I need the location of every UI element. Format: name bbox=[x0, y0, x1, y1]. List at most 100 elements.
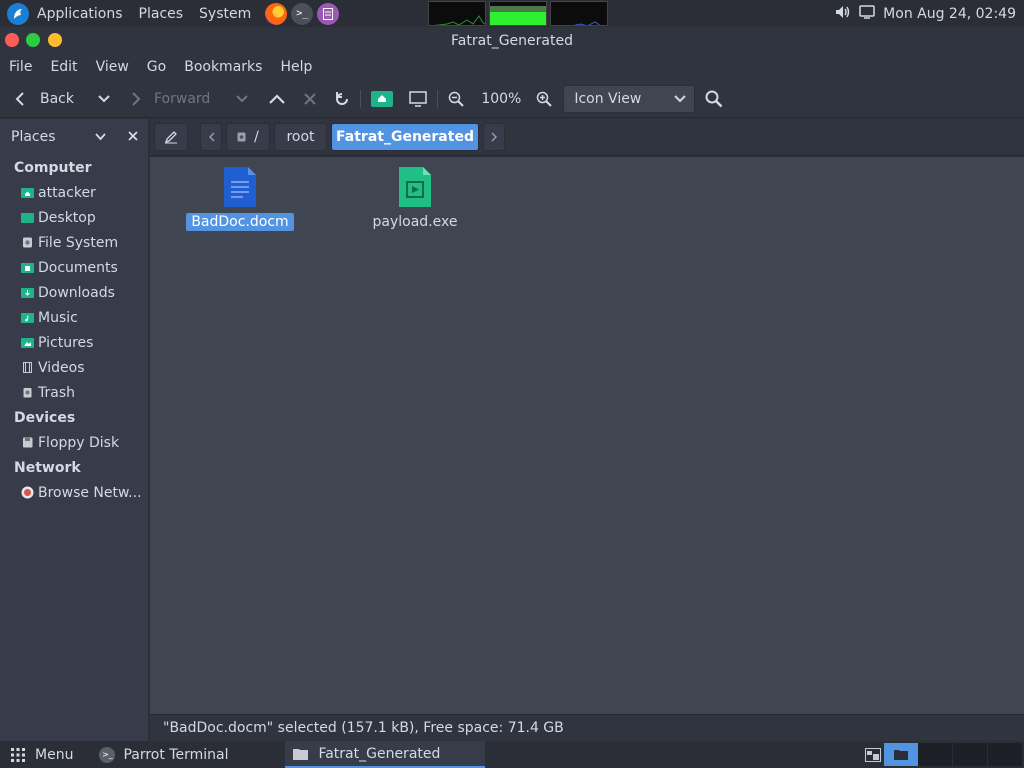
zoom-in-button[interactable] bbox=[536, 84, 553, 114]
firefox-icon[interactable] bbox=[265, 2, 288, 25]
system-monitor[interactable] bbox=[428, 1, 608, 26]
up-button[interactable] bbox=[268, 84, 286, 114]
view-mode-label: Icon View bbox=[574, 90, 642, 107]
view-mode-select[interactable]: Icon View bbox=[563, 84, 696, 113]
path-segment-current[interactable]: Fatrat_Generated bbox=[331, 123, 479, 151]
workspace-1[interactable] bbox=[861, 743, 884, 766]
home-button[interactable] bbox=[371, 84, 394, 114]
menu-edit[interactable]: Edit bbox=[45, 59, 82, 75]
terminal-icon: >_ bbox=[99, 746, 116, 763]
applications-menu[interactable]: Applications bbox=[29, 0, 131, 27]
back-button[interactable]: Back bbox=[14, 84, 74, 114]
sidebar-item-floppy-disk[interactable]: Floppy Disk bbox=[0, 430, 148, 455]
folder-icon bbox=[894, 750, 908, 760]
menu-view[interactable]: View bbox=[91, 59, 134, 75]
search-button[interactable] bbox=[705, 84, 723, 114]
workspace-5[interactable] bbox=[988, 743, 1022, 766]
forward-label: Forward bbox=[154, 90, 211, 107]
downloads-folder-icon bbox=[21, 287, 34, 298]
back-history-dropdown[interactable] bbox=[98, 84, 110, 114]
volume-icon[interactable] bbox=[835, 5, 851, 23]
pictures-folder-icon bbox=[21, 337, 34, 348]
sidebar-item-label: Videos bbox=[38, 359, 85, 376]
computer-button[interactable] bbox=[409, 84, 428, 114]
file-item-baddoc[interactable]: BadDoc.docm bbox=[186, 165, 294, 231]
search-icon bbox=[705, 90, 723, 107]
sidebar-item-label: Music bbox=[38, 309, 78, 326]
parrot-logo-icon[interactable] bbox=[7, 2, 29, 25]
clock[interactable]: Mon Aug 24, 02:49 bbox=[883, 6, 1016, 22]
close-sidebar-button[interactable] bbox=[128, 129, 138, 145]
app-grid-icon bbox=[11, 747, 25, 762]
sidebar-type-dropdown[interactable] bbox=[95, 129, 106, 145]
sidebar-item-downloads[interactable]: Downloads bbox=[0, 280, 148, 305]
sidebar-item-file-system[interactable]: File System bbox=[0, 230, 148, 255]
window-titlebar[interactable]: Fatrat_Generated bbox=[0, 27, 1024, 54]
path-segment-label: Fatrat_Generated bbox=[336, 129, 474, 145]
status-bar: "BadDoc.docm" selected (157.1 kB), Free … bbox=[150, 714, 1024, 741]
workspace-switcher[interactable] bbox=[861, 743, 1022, 766]
menu-label: Menu bbox=[35, 746, 74, 763]
menu-go[interactable]: Go bbox=[142, 59, 171, 75]
memory-graph bbox=[489, 1, 547, 26]
zoom-out-button[interactable] bbox=[448, 84, 465, 114]
home-folder-icon bbox=[371, 90, 394, 107]
toolbar-separator bbox=[360, 89, 362, 108]
forward-arrow-icon bbox=[132, 91, 141, 106]
task-parrot-terminal[interactable]: >_ Parrot Terminal bbox=[91, 741, 285, 768]
path-segment-root[interactable]: / bbox=[226, 123, 270, 151]
chevron-right-icon bbox=[491, 132, 497, 142]
menu-button[interactable]: Menu bbox=[0, 741, 81, 768]
toolbar-separator bbox=[437, 89, 439, 108]
workspace-2[interactable] bbox=[884, 743, 918, 766]
menu-help[interactable]: Help bbox=[275, 59, 317, 75]
sidebar-item-desktop[interactable]: Desktop bbox=[0, 205, 148, 230]
floppy-disk-icon bbox=[21, 437, 34, 448]
sidebar-item-videos[interactable]: Videos bbox=[0, 355, 148, 380]
sidebar-item-attacker[interactable]: attacker bbox=[0, 180, 148, 205]
sidebar-item-label: attacker bbox=[38, 184, 96, 201]
reload-button[interactable] bbox=[334, 84, 350, 114]
path-bar: / root Fatrat_Generated bbox=[150, 119, 1024, 156]
stop-icon bbox=[304, 92, 317, 105]
monitor-icon bbox=[409, 90, 428, 107]
sidebar-item-label: Desktop bbox=[38, 209, 96, 226]
system-tray: Mon Aug 24, 02:49 bbox=[835, 0, 1020, 27]
places-menu[interactable]: Places bbox=[131, 0, 192, 27]
task-label: Fatrat_Generated bbox=[318, 745, 441, 762]
workspace-4[interactable] bbox=[953, 743, 987, 766]
minimize-window-button[interactable] bbox=[26, 33, 40, 47]
sidebar-item-trash[interactable]: Trash bbox=[0, 380, 148, 405]
workspace-3[interactable] bbox=[918, 743, 952, 766]
file-item-payload[interactable]: payload.exe bbox=[365, 165, 465, 231]
file-view[interactable]: BadDoc.docm payload.exe bbox=[150, 157, 1024, 714]
sidebar-item-documents[interactable]: Documents bbox=[0, 255, 148, 280]
path-scroll-left-button[interactable] bbox=[200, 123, 222, 151]
close-window-button[interactable] bbox=[5, 33, 19, 47]
sidebar-item-browse-network[interactable]: Browse Netw... bbox=[0, 480, 148, 505]
path-segment-label: / bbox=[254, 129, 259, 145]
text-editor-icon[interactable] bbox=[317, 2, 340, 25]
forward-history-dropdown[interactable] bbox=[236, 84, 249, 114]
maximize-window-button[interactable] bbox=[48, 33, 62, 47]
sidebar-item-pictures[interactable]: Pictures bbox=[0, 330, 148, 355]
sidebar-item-music[interactable]: Music bbox=[0, 305, 148, 330]
chevron-left-icon bbox=[208, 132, 214, 142]
terminal-icon[interactable]: >_ bbox=[291, 2, 314, 25]
path-segment-root-folder[interactable]: root bbox=[274, 123, 327, 151]
file-name: BadDoc.docm bbox=[186, 213, 294, 231]
chevron-down-icon bbox=[98, 94, 110, 102]
display-icon[interactable] bbox=[859, 4, 875, 23]
network-icon bbox=[21, 486, 34, 499]
zoom-in-icon bbox=[537, 91, 553, 107]
menu-bookmarks[interactable]: Bookmarks bbox=[179, 59, 267, 75]
task-fatrat-generated[interactable]: Fatrat_Generated bbox=[285, 741, 486, 768]
path-scroll-right-button[interactable] bbox=[483, 123, 505, 151]
stop-button[interactable] bbox=[304, 84, 317, 114]
menu-file[interactable]: File bbox=[4, 59, 37, 75]
task-label: Parrot Terminal bbox=[123, 746, 229, 763]
system-menu[interactable]: System bbox=[191, 0, 259, 27]
forward-button[interactable]: Forward bbox=[130, 84, 210, 114]
toggle-location-button[interactable] bbox=[154, 123, 188, 151]
status-text: "BadDoc.docm" selected (157.1 kB), Free … bbox=[163, 720, 564, 736]
